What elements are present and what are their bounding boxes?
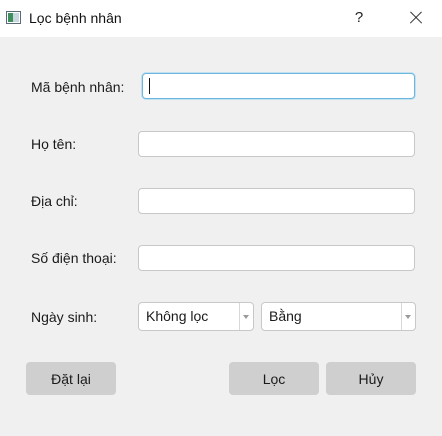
patient-id-label: Mã bệnh nhân:: [31, 79, 125, 95]
phone-label: Số điện thoại:: [31, 250, 117, 266]
address-label: Địa chỉ:: [31, 193, 78, 209]
dob-comparison-value: Bằng: [269, 308, 302, 324]
cancel-button[interactable]: Hủy: [326, 362, 416, 395]
dob-filter-mode-value: Không lọc: [146, 308, 209, 324]
full-name-label: Họ tên:: [31, 136, 77, 152]
chevron-down-icon: [401, 303, 415, 330]
reset-button[interactable]: Đặt lại: [26, 362, 116, 395]
address-input[interactable]: [138, 188, 415, 214]
help-button[interactable]: ?: [346, 4, 372, 32]
dob-label: Ngày sinh:: [31, 309, 98, 325]
filter-button[interactable]: Lọc: [229, 362, 319, 395]
text-caret: [149, 78, 150, 94]
patient-id-input[interactable]: [142, 73, 415, 99]
dob-comparison-select[interactable]: Bằng: [261, 302, 416, 331]
phone-input[interactable]: [138, 245, 415, 271]
title-bar: Lọc bệnh nhân ?: [0, 0, 442, 37]
close-icon[interactable]: [400, 4, 432, 32]
full-name-input[interactable]: [138, 131, 415, 157]
app-icon: [6, 11, 21, 24]
dialog-title: Lọc bệnh nhân: [29, 10, 122, 26]
filter-patients-dialog: Lọc bệnh nhân ? Mã bệnh nhân: Họ tên: Đị…: [0, 0, 442, 436]
chevron-down-icon: [239, 303, 253, 330]
dob-filter-mode-select[interactable]: Không lọc: [138, 302, 254, 331]
